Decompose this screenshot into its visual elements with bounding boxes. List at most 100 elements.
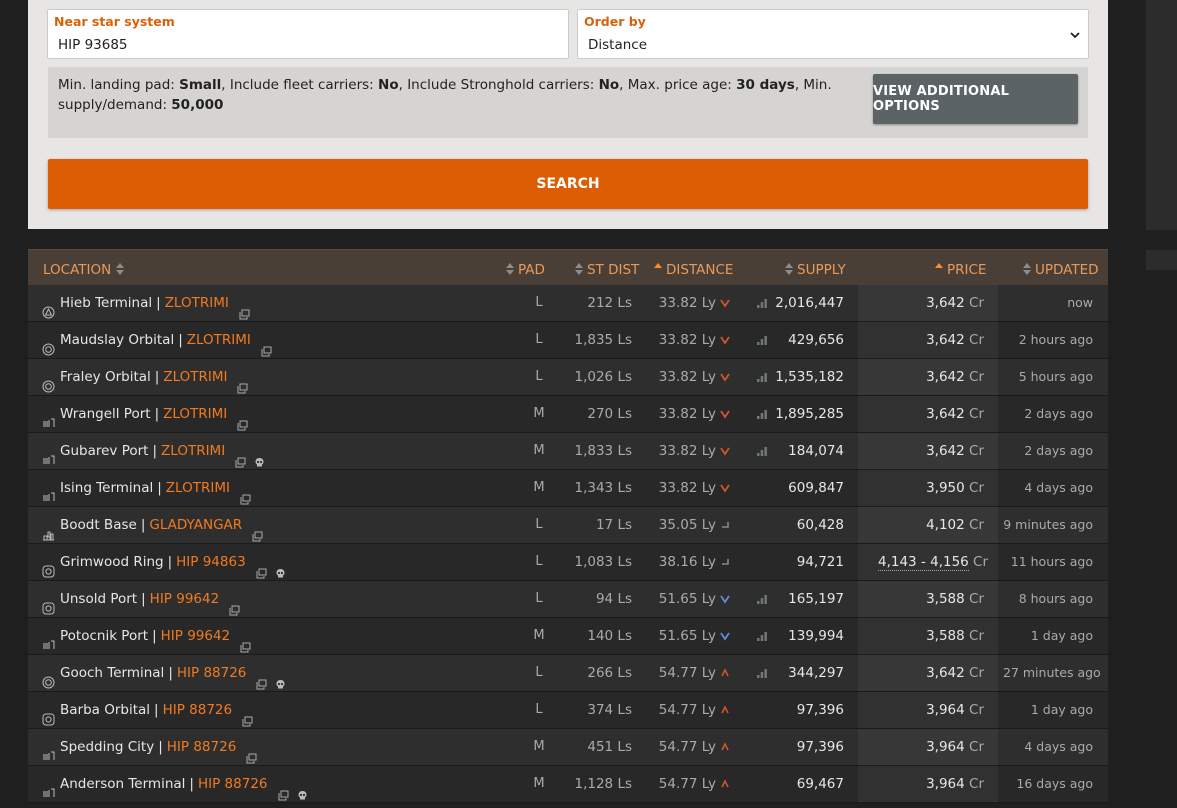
chevron-down-icon[interactable] (1068, 28, 1082, 42)
table-row[interactable]: Spedding City | HIP 88726 M 451 Ls 54.77 Ly 97… (28, 729, 1108, 766)
price-cell: 3,588 Cr (878, 581, 984, 617)
copy-icon[interactable] (242, 705, 253, 726)
pad-cell: L (535, 665, 543, 680)
system-link[interactable]: HIP 99642 (150, 581, 220, 617)
table-row[interactable]: Maudslay Orbital | ZLOTRIMI L 1,835 Ls 33.82 … (28, 322, 1108, 359)
sort-icon[interactable] (785, 263, 793, 275)
copy-icon[interactable] (237, 409, 248, 430)
table-body: Hieb Terminal | ZLOTRIMI L 212 Ls 33.82 Ly 2,0… (28, 285, 1108, 803)
system-link[interactable]: HIP 88726 (198, 766, 268, 802)
system-link[interactable]: GLADYANGAR (149, 507, 242, 543)
sort-ascending-icon[interactable] (935, 263, 943, 275)
st-dist-cell: 140 Ls (587, 628, 632, 644)
updated-cell: 4 days ago (1024, 739, 1093, 754)
view-additional-options-button[interactable]: VIEW ADDITIONAL OPTIONS (873, 74, 1078, 124)
copy-icon[interactable] (235, 446, 246, 467)
table-row[interactable]: Grimwood Ring | HIP 94863 L 1,083 Ls 38.16 Ly… (28, 544, 1108, 581)
st-dist-cell: 270 Ls (587, 406, 632, 422)
copy-icon[interactable] (239, 298, 250, 319)
order-by-value[interactable]: Distance (588, 37, 647, 53)
system-link[interactable]: ZLOTRIMI (187, 322, 251, 358)
table-row[interactable]: Fraley Orbital | ZLOTRIMI L 1,026 Ls 33.82 Ly… (28, 359, 1108, 396)
station-name[interactable]: Maudslay Orbital (60, 322, 174, 358)
asteroid-base-icon (42, 297, 55, 318)
header-location[interactable]: LOCATION (43, 250, 128, 286)
near-system-input[interactable]: HIP 93685 (58, 37, 128, 53)
credits-unit: Cr (969, 628, 984, 644)
header-updated[interactable]: UPDATED (1023, 250, 1099, 286)
sort-icon[interactable] (1023, 263, 1031, 275)
copy-icon[interactable] (240, 483, 251, 504)
sort-ascending-icon[interactable] (654, 263, 662, 275)
station-name[interactable]: Hieb Terminal (60, 285, 152, 321)
copy-icon[interactable] (240, 631, 251, 652)
order-by-select[interactable]: Order by Distance (577, 9, 1089, 59)
system-link[interactable]: ZLOTRIMI (163, 359, 227, 395)
system-link[interactable]: HIP 88726 (177, 655, 247, 691)
copy-icon[interactable] (229, 594, 240, 615)
table-row[interactable]: Gubarev Port | ZLOTRIMI M 1,833 Ls 33.82 Ly 18… (28, 433, 1108, 470)
distance-cell: 33.82 Ly (658, 295, 716, 311)
sort-icon[interactable] (506, 263, 514, 275)
table-row[interactable]: Ising Terminal | ZLOTRIMI M 1,343 Ls 33.82 Ly… (28, 470, 1108, 507)
station-name[interactable]: Gooch Terminal (60, 655, 164, 691)
header-price[interactable]: PRICE (935, 250, 986, 286)
pad-cell: L (535, 369, 543, 384)
system-link[interactable]: ZLOTRIMI (165, 285, 229, 321)
table-row[interactable]: Unsold Port | HIP 99642 L 94 Ls 51.65 Ly 165,1… (28, 581, 1108, 618)
copy-icon[interactable] (246, 742, 257, 763)
header-st-dist[interactable]: ST DIST (575, 250, 639, 286)
station-name[interactable]: Spedding City (60, 729, 154, 765)
system-link[interactable]: ZLOTRIMI (163, 396, 227, 432)
station-name[interactable]: Gubarev Port (60, 433, 148, 469)
station-name[interactable]: Barba Orbital (60, 692, 150, 728)
copy-icon[interactable] (256, 668, 267, 689)
copy-icon[interactable] (256, 557, 267, 578)
table-row[interactable]: Barba Orbital | HIP 88726 L 374 Ls 54.77 Ly 97… (28, 692, 1108, 729)
updated-cell: 9 minutes ago (1003, 517, 1093, 532)
copy-icon[interactable] (261, 335, 272, 356)
table-row[interactable]: Potocnik Port | HIP 99642 M 140 Ls 51.65 Ly 13… (28, 618, 1108, 655)
station-name[interactable]: Grimwood Ring (60, 544, 164, 580)
table-row[interactable]: Hieb Terminal | ZLOTRIMI L 212 Ls 33.82 Ly 2,0… (28, 285, 1108, 322)
station-name[interactable]: Potocnik Port (60, 618, 148, 654)
system-link[interactable]: HIP 99642 (161, 618, 231, 654)
sort-icon[interactable] (115, 263, 124, 275)
table-row[interactable]: Anderson Terminal | HIP 88726 M 1,128 Ls 54.7… (28, 766, 1108, 803)
search-panel: Near star system HIP 93685 Order by Dist… (28, 0, 1108, 229)
sort-icon[interactable] (575, 263, 583, 275)
header-supply[interactable]: SUPPLY (785, 250, 846, 286)
updated-cell: 8 hours ago (1018, 591, 1093, 606)
system-link[interactable]: HIP 88726 (163, 692, 233, 728)
table-row[interactable]: Boodt Base | GLADYANGAR L 17 Ls 35.05 Ly 60,42… (28, 507, 1108, 544)
system-link[interactable]: ZLOTRIMI (161, 433, 225, 469)
station-name[interactable]: Ising Terminal (60, 470, 153, 506)
separator: | (189, 776, 194, 792)
orbital-icon (42, 371, 55, 392)
station-name[interactable]: Wrangell Port (60, 396, 151, 432)
table-row[interactable]: Gooch Terminal | HIP 88726 L 266 Ls 54.77 Ly 3… (28, 655, 1108, 692)
location-cell: Gooch Terminal | HIP 88726 (42, 655, 286, 691)
station-name[interactable]: Fraley Orbital (60, 359, 151, 395)
price-cell: 3,588 Cr (878, 618, 984, 654)
location-cell: Ising Terminal | ZLOTRIMI (42, 470, 251, 506)
supply-cell: 139,994 (788, 628, 844, 644)
station-name[interactable]: Unsold Port (60, 581, 137, 617)
system-link[interactable]: ZLOTRIMI (166, 470, 230, 506)
pad-cell: M (533, 776, 545, 791)
table-row[interactable]: Wrangell Port | ZLOTRIMI M 270 Ls 33.82 Ly 1,8… (28, 396, 1108, 433)
header-distance[interactable]: DISTANCE (654, 250, 733, 286)
system-link[interactable]: HIP 94863 (176, 544, 246, 580)
copy-icon[interactable] (278, 779, 289, 800)
location-cell: Maudslay Orbital | ZLOTRIMI (42, 322, 272, 358)
copy-icon[interactable] (237, 372, 248, 393)
system-link[interactable]: HIP 88726 (167, 729, 237, 765)
credits-unit: Cr (969, 295, 984, 311)
supply-cell: 1,895,285 (775, 406, 844, 422)
copy-icon[interactable] (252, 520, 263, 541)
header-pad[interactable]: PAD (506, 250, 545, 286)
search-button[interactable]: SEARCH (48, 159, 1088, 209)
station-name[interactable]: Boodt Base (60, 507, 137, 543)
station-name[interactable]: Anderson Terminal (60, 766, 185, 802)
near-system-field[interactable]: Near star system HIP 93685 (47, 9, 569, 59)
